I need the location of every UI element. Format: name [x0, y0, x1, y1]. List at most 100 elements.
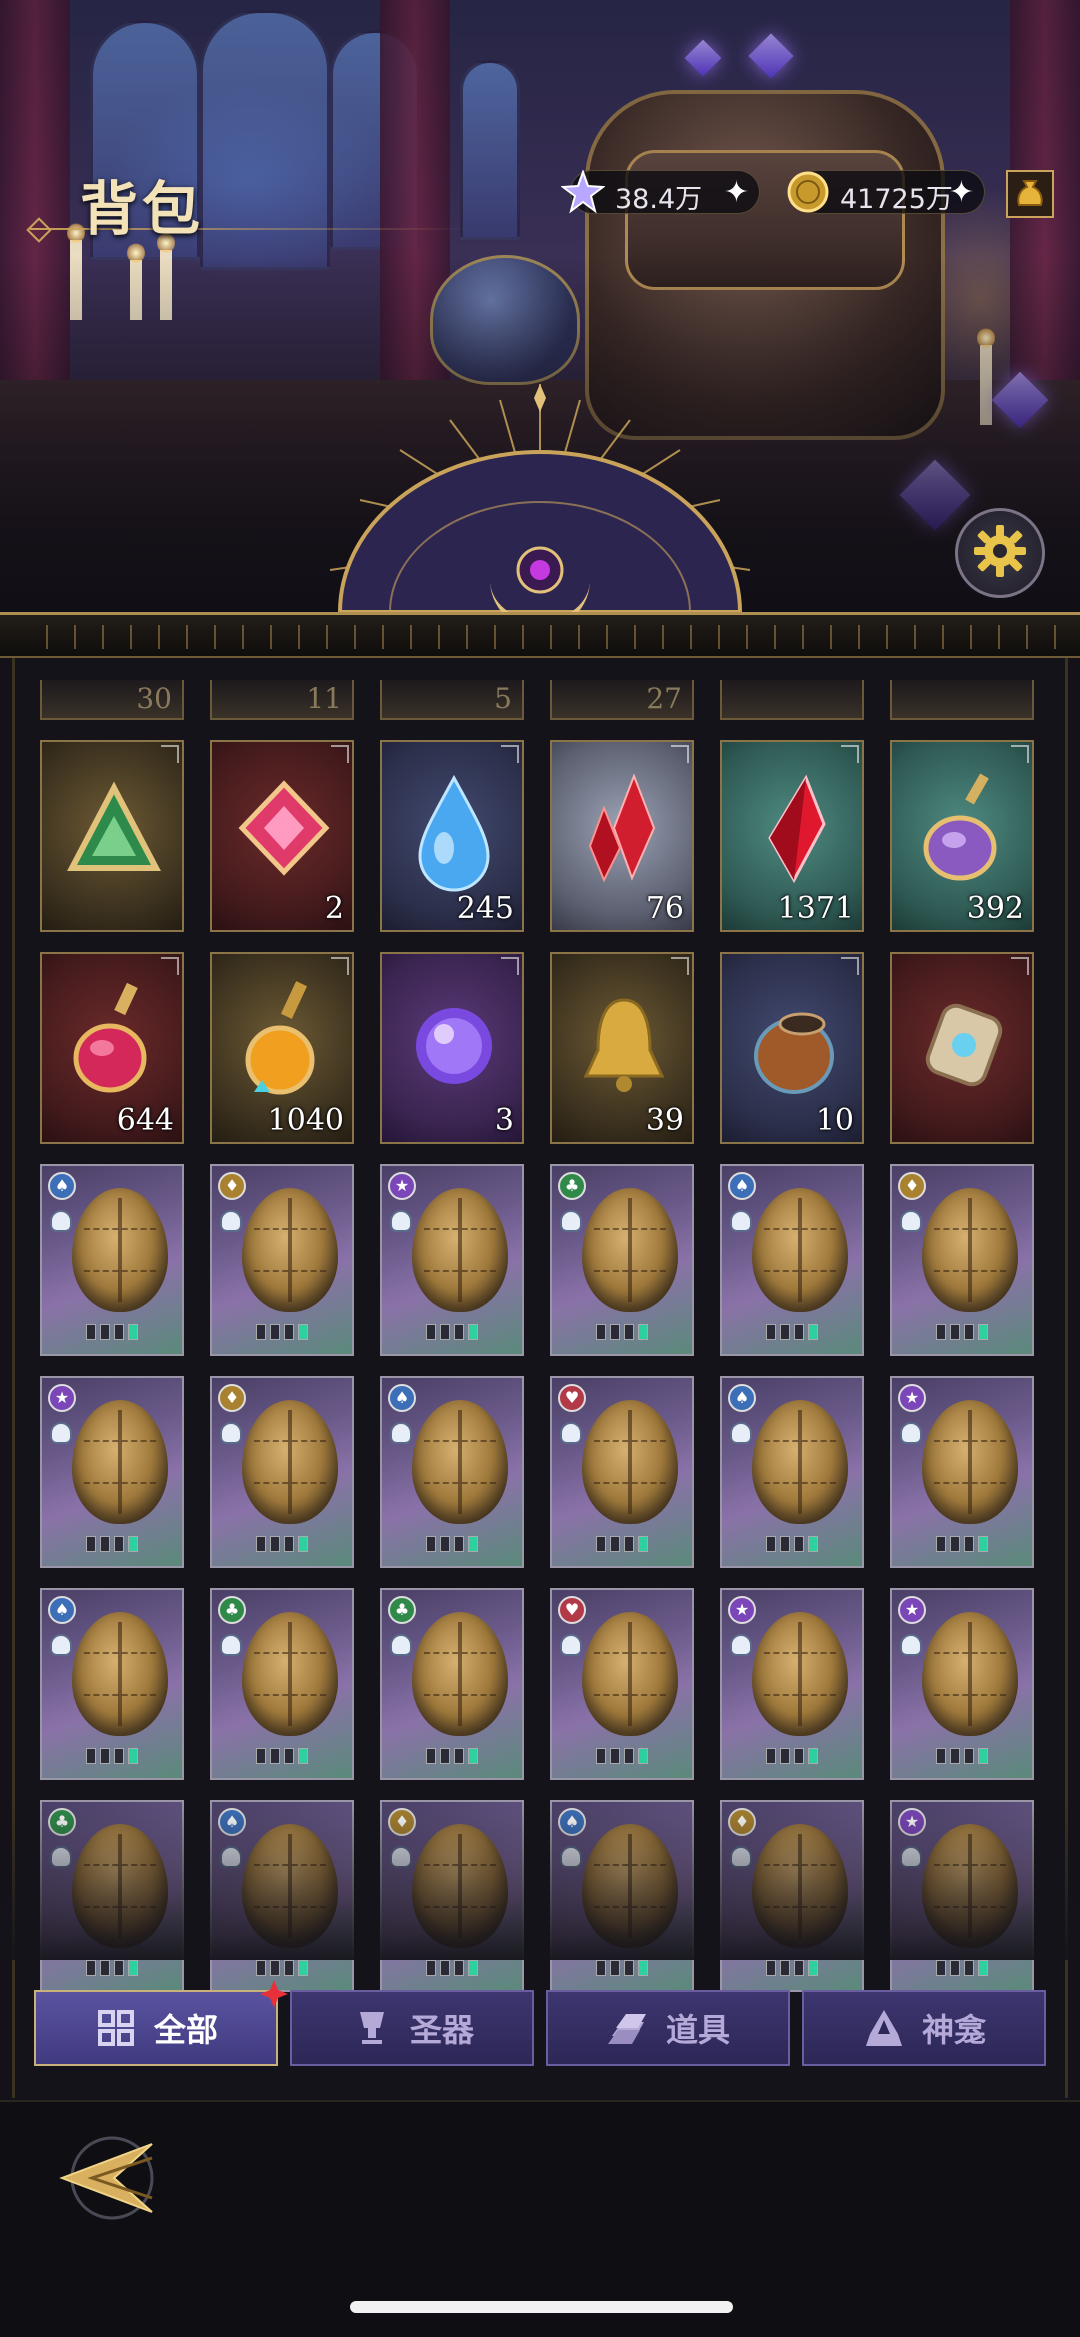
helmet-icon: [390, 1422, 412, 1444]
level-pip: [128, 1960, 138, 1976]
level-pips: [936, 1960, 988, 1976]
level-pip: [256, 1536, 266, 1552]
level-pip: [964, 1960, 974, 1976]
inventory-slot-partial[interactable]: [890, 680, 1034, 720]
level-pip: [426, 1324, 436, 1340]
helmet-icon: [730, 1634, 752, 1656]
item-quantity: 1371: [777, 891, 854, 926]
level-pip: [596, 1324, 606, 1340]
level-pip: [284, 1536, 294, 1552]
shop-button[interactable]: [1006, 170, 1054, 218]
level-pips: [766, 1960, 818, 1976]
relic-egg-slot[interactable]: ♦: [380, 1800, 524, 1992]
purple-rank-badge-icon: ★: [388, 1172, 416, 1200]
back-arrow-icon: [52, 2136, 162, 2234]
tab-all[interactable]: 全部: [34, 1980, 288, 2066]
gold-rank-badge-icon: ♦: [218, 1384, 246, 1412]
item-slot-purple-orb[interactable]: 3: [380, 952, 524, 1144]
relic-egg-slot[interactable]: ♠: [720, 1376, 864, 1568]
item-quantity: 10: [815, 1103, 854, 1138]
blue-rank-badge-icon: ♠: [728, 1384, 756, 1412]
item-slot-blue-gem[interactable]: 245: [380, 740, 524, 932]
blue-rank-badge-icon: ♠: [558, 1808, 586, 1836]
tab-props[interactable]: 道具: [546, 1990, 790, 2066]
inventory-slot-partial[interactable]: 11: [210, 680, 354, 720]
purple-orb-icon: [416, 1008, 492, 1084]
gold-currency[interactable]: 41725万 ✦: [787, 170, 985, 215]
level-pips: [86, 1324, 138, 1340]
relic-egg-slot[interactable]: ♠: [380, 1376, 524, 1568]
level-pip: [766, 1324, 776, 1340]
relic-egg-slot[interactable]: ♣: [550, 1164, 694, 1356]
item-slot-amulet[interactable]: [890, 952, 1034, 1144]
relic-egg-icon: [752, 1612, 848, 1736]
item-slot-golden-bell[interactable]: 39: [550, 952, 694, 1144]
level-pips: [426, 1536, 478, 1552]
back-button[interactable]: [52, 2130, 162, 2230]
relic-egg-slot[interactable]: ♦: [720, 1800, 864, 1992]
level-pip: [766, 1536, 776, 1552]
level-pip: [638, 1536, 648, 1552]
home-indicator[interactable]: [350, 2301, 733, 2313]
inventory-partial-row: 30 11 5 27: [40, 680, 1040, 720]
item-slot-clay-pot[interactable]: 10: [720, 952, 864, 1144]
inventory-slot-partial[interactable]: 27: [550, 680, 694, 720]
level-pip: [978, 1748, 988, 1764]
relic-egg-slot[interactable]: ♣: [380, 1588, 524, 1780]
relic-egg-slot[interactable]: ♦: [890, 1164, 1034, 1356]
relic-egg-slot[interactable]: ♠: [550, 1800, 694, 1992]
crystal-currency[interactable]: 38.4万 ✦: [561, 170, 760, 215]
helmet-icon: [900, 1634, 922, 1656]
tab-shrine[interactable]: 神龛: [802, 1990, 1046, 2066]
item-slot-purple-flask[interactable]: 392: [890, 740, 1034, 932]
add-gold-icon[interactable]: ✦: [949, 176, 974, 210]
add-crystal-icon[interactable]: ✦: [724, 176, 749, 210]
item-slot-red-potion[interactable]: 644: [40, 952, 184, 1144]
relic-egg-slot[interactable]: ♦: [210, 1164, 354, 1356]
relic-egg-slot[interactable]: ★: [40, 1376, 184, 1568]
relic-egg-slot[interactable]: ♦: [210, 1376, 354, 1568]
level-pip: [808, 1536, 818, 1552]
level-pip: [964, 1324, 974, 1340]
item-slot-amber-potion[interactable]: 1040: [210, 952, 354, 1144]
relic-egg-icon: [752, 1824, 848, 1948]
relic-egg-slot[interactable]: ♥: [550, 1376, 694, 1568]
level-pips: [936, 1748, 988, 1764]
relic-egg-slot[interactable]: ★: [380, 1164, 524, 1356]
relic-egg-slot[interactable]: ♠: [40, 1588, 184, 1780]
relic-egg-slot[interactable]: ★: [720, 1588, 864, 1780]
helmet-icon: [730, 1846, 752, 1868]
level-pips: [426, 1960, 478, 1976]
item-slot-green-rune[interactable]: [40, 740, 184, 932]
item-slot-pink-gem[interactable]: 2: [210, 740, 354, 932]
item-quantity: 644: [116, 1103, 174, 1138]
page-title: 背包: [80, 175, 205, 243]
level-pips: [256, 1960, 308, 1976]
item-slot-red-shard[interactable]: 1371: [720, 740, 864, 932]
relic-egg-slot[interactable]: ★: [890, 1376, 1034, 1568]
red-crystal-cluster-icon: [588, 773, 656, 883]
relic-egg-slot[interactable]: ★: [890, 1800, 1034, 1992]
level-pip: [440, 1748, 450, 1764]
relic-egg-slot[interactable]: ♣: [210, 1588, 354, 1780]
level-pip: [86, 1324, 96, 1340]
inventory-slot-partial[interactable]: 30: [40, 680, 184, 720]
relic-egg-slot[interactable]: ♠: [40, 1164, 184, 1356]
relic-egg-icon: [922, 1188, 1018, 1312]
clay-pot-icon: [754, 1012, 834, 1094]
relic-egg-slot[interactable]: ♣: [40, 1800, 184, 1992]
tab-artifacts[interactable]: 圣器: [290, 1990, 534, 2066]
level-pip: [638, 1324, 648, 1340]
inventory-slot-partial[interactable]: 5: [380, 680, 524, 720]
relic-egg-slot[interactable]: ★: [890, 1588, 1034, 1780]
relic-egg-slot[interactable]: ♠: [720, 1164, 864, 1356]
item-slot-red-crystals[interactable]: 76: [550, 740, 694, 932]
relic-egg-slot[interactable]: ♥: [550, 1588, 694, 1780]
level-pip: [86, 1960, 96, 1976]
inventory-slot-partial[interactable]: [720, 680, 864, 720]
level-pip: [114, 1324, 124, 1340]
relic-egg-slot[interactable]: ♠: [210, 1800, 354, 1992]
level-pip: [978, 1536, 988, 1552]
relic-egg-icon: [582, 1188, 678, 1312]
purple-potion-flask-icon: [923, 773, 997, 881]
